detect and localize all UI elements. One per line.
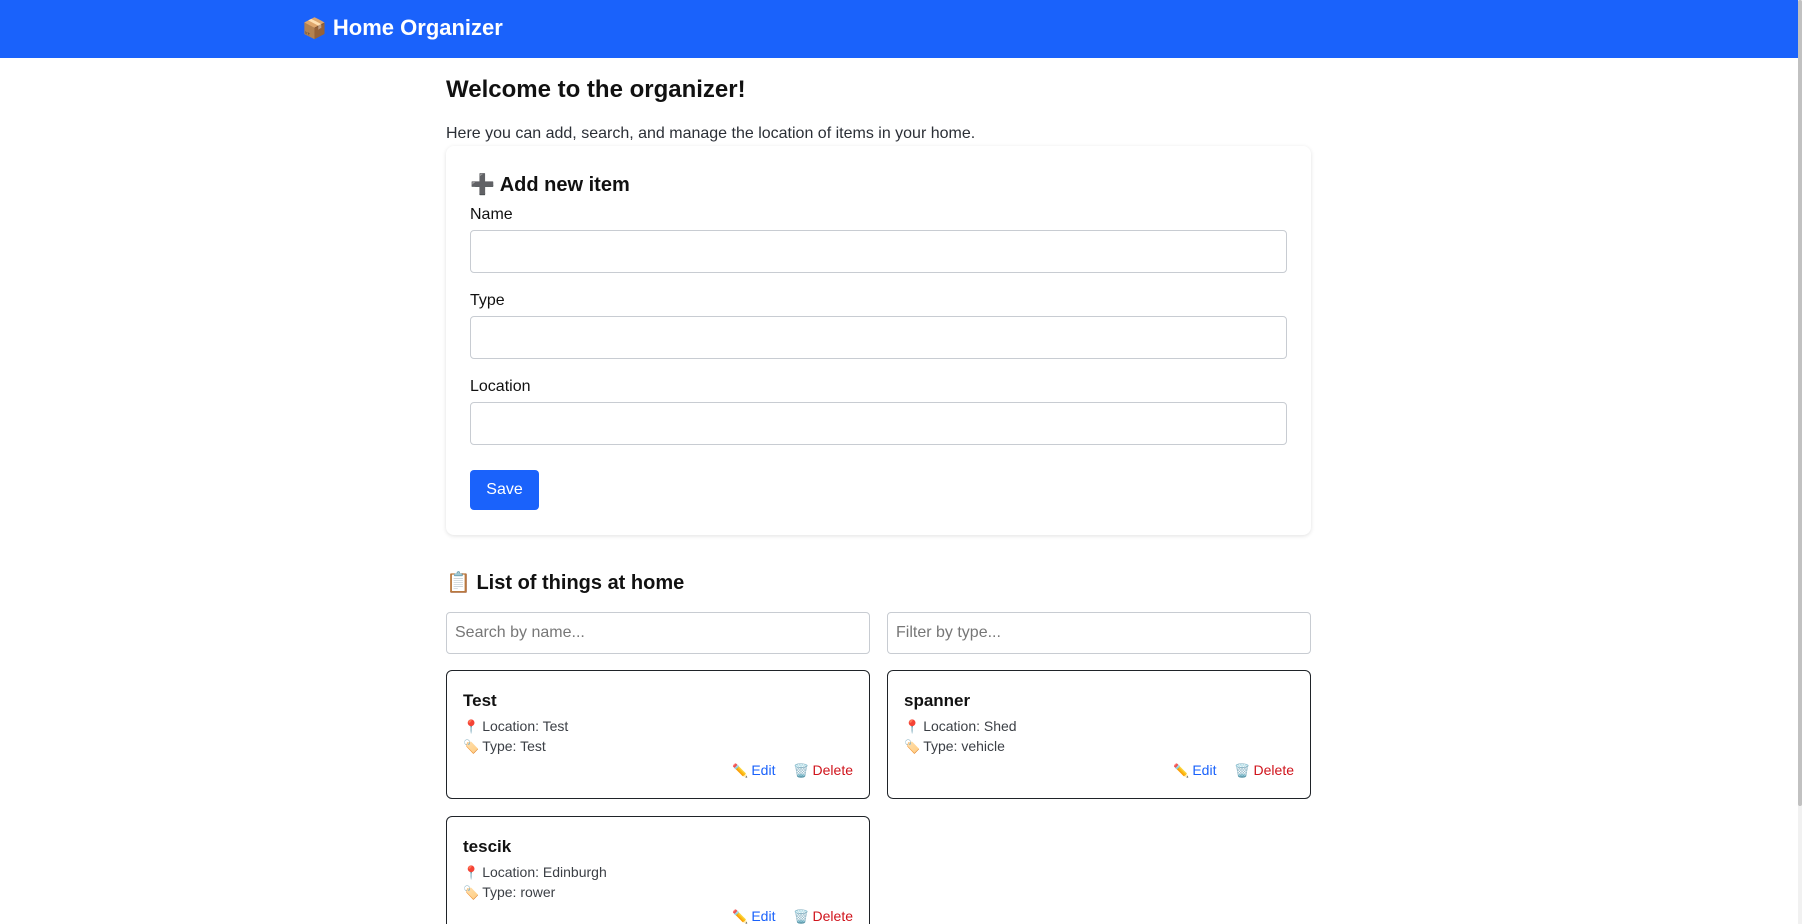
- tag-icon: 🏷️: [463, 739, 480, 754]
- type-input[interactable]: [470, 316, 1287, 359]
- edit-button[interactable]: ✏️ Edit: [732, 762, 775, 779]
- type-filter-input[interactable]: [887, 612, 1311, 654]
- list-heading: 📋 List of things at home: [446, 570, 684, 595]
- item-location-text: Location: Edinburgh: [482, 864, 607, 880]
- trash-icon: 🗑️: [793, 763, 810, 778]
- type-label: Type: [470, 292, 505, 309]
- item-name: Test: [463, 691, 497, 710]
- pencil-icon: ✏️: [732, 909, 749, 924]
- edit-label: Edit: [751, 908, 776, 924]
- delete-label: Delete: [1253, 762, 1294, 778]
- delete-button[interactable]: 🗑️ Delete: [1234, 762, 1294, 779]
- item-actions: ✏️ Edit 🗑️ Delete: [718, 762, 853, 779]
- delete-label: Delete: [812, 762, 853, 778]
- item-location: 📍 Location: Edinburgh: [463, 864, 607, 881]
- item-location: 📍 Location: Shed: [904, 718, 1017, 735]
- item-type: 🏷️ Type: vehicle: [904, 738, 1005, 755]
- add-item-card: ➕ Add new item Name Type Location Save: [446, 146, 1311, 535]
- top-navbar: 📦 Home Organizer: [0, 0, 1798, 58]
- item-location-text: Location: Test: [482, 718, 569, 734]
- item-type-text: Type: Test: [482, 738, 546, 754]
- pencil-icon: ✏️: [1173, 763, 1190, 778]
- pin-icon: 📍: [463, 865, 480, 880]
- clipboard-icon: 📋: [446, 572, 471, 594]
- delete-button[interactable]: 🗑️ Delete: [793, 908, 853, 924]
- name-label: Name: [470, 206, 513, 223]
- pin-icon: 📍: [463, 719, 480, 734]
- scrollbar-thumb[interactable]: [1798, 0, 1802, 806]
- pencil-icon: ✏️: [732, 763, 749, 778]
- save-button[interactable]: Save: [470, 470, 539, 510]
- item-type-text: Type: vehicle: [923, 738, 1005, 754]
- plus-icon: ➕: [470, 174, 495, 196]
- trash-icon: 🗑️: [793, 909, 810, 924]
- list-title: List of things at home: [476, 572, 685, 594]
- item-location-text: Location: Shed: [923, 718, 1017, 734]
- item-card: spanner 📍 Location: Shed 🏷️ Type: vehicle …: [887, 670, 1311, 799]
- trash-icon: 🗑️: [1234, 763, 1251, 778]
- item-type-text: Type: rower: [482, 884, 556, 900]
- add-item-heading: ➕ Add new item: [470, 172, 630, 197]
- package-icon: 📦: [302, 18, 327, 40]
- item-name: spanner: [904, 691, 971, 710]
- tag-icon: 🏷️: [904, 739, 921, 754]
- page-title: Welcome to the organizer!: [446, 76, 746, 103]
- item-type: 🏷️ Type: Test: [463, 738, 546, 755]
- edit-button[interactable]: ✏️ Edit: [732, 908, 775, 924]
- item-name: tescik: [463, 837, 512, 856]
- edit-label: Edit: [1192, 762, 1217, 778]
- brand-link[interactable]: 📦 Home Organizer: [302, 15, 503, 41]
- add-item-title: Add new item: [499, 174, 630, 196]
- delete-button[interactable]: 🗑️ Delete: [793, 762, 853, 779]
- pin-icon: 📍: [904, 719, 921, 734]
- search-input[interactable]: [446, 612, 870, 654]
- item-card: Test 📍 Location: Test 🏷️ Type: Test ✏️ Edit…: [446, 670, 870, 799]
- page-scrollbar[interactable]: [1798, 0, 1802, 924]
- tag-icon: 🏷️: [463, 885, 480, 900]
- location-label: Location: [470, 378, 531, 395]
- delete-label: Delete: [812, 908, 853, 924]
- location-input[interactable]: [470, 402, 1287, 445]
- name-input[interactable]: [470, 230, 1287, 273]
- edit-button[interactable]: ✏️ Edit: [1173, 762, 1216, 779]
- item-card: tescik 📍 Location: Edinburgh 🏷️ Type: rowe…: [446, 816, 870, 924]
- item-actions: ✏️ Edit 🗑️ Delete: [718, 908, 853, 924]
- item-location: 📍 Location: Test: [463, 718, 568, 735]
- intro-text: Here you can add, search, and manage the…: [446, 125, 976, 142]
- brand-label: Home Organizer: [332, 15, 503, 40]
- item-actions: ✏️ Edit 🗑️ Delete: [1159, 762, 1294, 779]
- item-type: 🏷️ Type: rower: [463, 884, 555, 901]
- edit-label: Edit: [751, 762, 776, 778]
